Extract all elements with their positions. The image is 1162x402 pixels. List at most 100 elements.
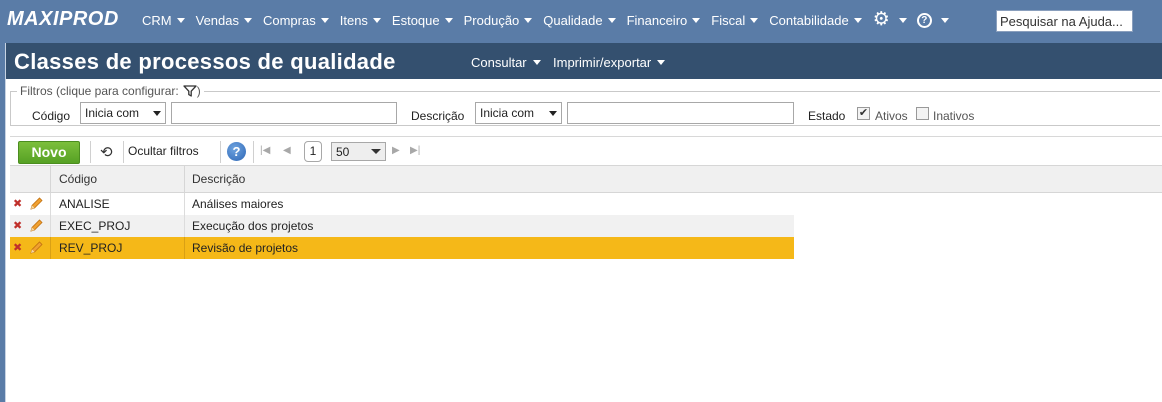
caret-down-icon — [371, 149, 381, 154]
grid-toolbar: Novo ⟲ Ocultar filtros ? |◀ ◀ 1 50 ▶ ▶| — [10, 136, 1162, 164]
estado-filter-label: Estado — [808, 109, 846, 123]
consultar-menu[interactable]: Consultar — [471, 55, 541, 70]
codigo-mode-select[interactable]: Inicia com — [80, 102, 166, 124]
column-divider — [50, 193, 51, 215]
codigo-filter-input[interactable] — [171, 102, 397, 124]
menu-vendas[interactable]: Vendas — [196, 13, 252, 28]
menu-label: Estoque — [391, 12, 440, 28]
top-menu-bar: MAXIPROD CRM Vendas Compras Itens Estoqu… — [0, 0, 1162, 40]
caret-down-icon — [444, 17, 453, 23]
edit-pencil-icon[interactable] — [28, 196, 44, 212]
column-header-codigo[interactable]: Código — [59, 172, 97, 186]
delete-icon[interactable]: ✖ — [13, 220, 22, 232]
descricao-mode-value: Inicia com — [480, 106, 535, 120]
toolbar-divider — [253, 141, 254, 163]
menu-label: Fiscal — [711, 12, 746, 28]
descricao-filter-input[interactable] — [567, 102, 794, 124]
imprimir-label: Imprimir/exportar — [553, 55, 652, 70]
caret-down-icon — [243, 17, 252, 23]
ativos-checkbox[interactable]: ✔ — [857, 107, 870, 120]
prev-page-icon[interactable]: ◀ — [283, 145, 291, 156]
ativos-label: Ativos — [875, 109, 908, 123]
last-page-icon[interactable]: ▶| — [410, 145, 420, 156]
filters-legend-close: ) — [196, 84, 201, 98]
descricao-mode-select[interactable]: Inicia com — [475, 102, 562, 124]
page-size-select[interactable]: 50 — [331, 142, 386, 161]
menu-label: Contabilidade — [769, 12, 849, 28]
filters-legend-text: Filtros (clique para configurar: — [20, 84, 179, 98]
menu-label: Compras — [262, 12, 316, 28]
column-divider — [50, 215, 51, 237]
page-size-value: 50 — [336, 144, 350, 159]
caret-down-icon — [657, 60, 666, 65]
help-icon[interactable]: ? — [227, 142, 246, 161]
next-page-icon[interactable]: ▶ — [392, 145, 400, 156]
refresh-icon[interactable]: ⟲ — [100, 143, 113, 161]
cell-descricao: Revisão de projetos — [192, 241, 299, 255]
consultar-label: Consultar — [471, 55, 527, 70]
caret-down-icon — [532, 60, 541, 65]
toolbar-divider — [220, 141, 221, 163]
table-row[interactable]: ✖ EXEC_PROJ Execução dos projetos — [10, 215, 794, 237]
menu-qualidade[interactable]: Qualidade — [543, 12, 616, 28]
filters-legend[interactable]: Filtros (clique para configurar: ) — [17, 84, 204, 98]
column-divider — [184, 193, 185, 215]
main-panel: Classes de processos de qualidade Consul… — [5, 43, 1162, 402]
caret-down-icon — [750, 17, 759, 23]
hide-filters-button[interactable]: Ocultar filtros — [128, 144, 199, 158]
menu-itens[interactable]: Itens — [340, 13, 381, 28]
menu-label: Produção — [463, 12, 520, 28]
funnel-icon[interactable] — [183, 85, 197, 97]
caret-down-icon — [692, 17, 701, 23]
main-menu: CRM Vendas Compras Itens Estoque Produçã… — [142, 9, 959, 30]
cell-descricao: Execução dos projetos — [192, 219, 314, 233]
caret-down-icon — [549, 110, 557, 116]
menu-crm[interactable]: CRM — [142, 13, 185, 28]
menu-label: Qualidade — [543, 12, 603, 28]
column-divider — [184, 237, 185, 259]
cell-descricao: Análises maiores — [192, 197, 284, 211]
caret-down-icon — [372, 17, 381, 23]
menu-fiscal[interactable]: Fiscal — [711, 12, 759, 28]
help-search-input[interactable] — [996, 10, 1133, 32]
edit-pencil-icon[interactable] — [28, 218, 44, 234]
menu-label: Financeiro — [626, 12, 688, 28]
column-divider — [50, 237, 51, 259]
edit-pencil-icon[interactable] — [28, 240, 44, 256]
gear-icon: ⚙ — [872, 9, 890, 30]
help-icon: ? — [916, 12, 932, 28]
records-grid: Código Descrição ✖ ANALISE Análises maio… — [10, 165, 1162, 259]
settings-menu[interactable]: ⚙ — [872, 9, 907, 30]
app-logo[interactable]: MAXIPROD — [7, 8, 119, 31]
column-header-descricao[interactable]: Descrição — [192, 172, 245, 186]
menu-financeiro[interactable]: Financeiro — [627, 13, 701, 28]
caret-down-icon — [524, 17, 533, 23]
imprimir-exportar-menu[interactable]: Imprimir/exportar — [553, 55, 666, 70]
inativos-checkbox[interactable] — [916, 107, 929, 120]
toolbar-divider — [90, 141, 91, 163]
menu-compras[interactable]: Compras — [263, 13, 329, 28]
codigo-filter-label: Código — [32, 109, 71, 123]
table-row[interactable]: ✖ ANALISE Análises maiores — [10, 193, 794, 215]
caret-down-icon — [176, 17, 185, 23]
menu-estoque[interactable]: Estoque — [392, 13, 453, 28]
page-title: Classes de processos de qualidade — [14, 49, 396, 74]
menu-contabilidade[interactable]: Contabilidade — [769, 13, 862, 28]
help-menu[interactable]: ? — [916, 12, 949, 28]
caret-down-icon — [853, 17, 862, 23]
menu-label: Itens — [339, 12, 368, 28]
app-window: MAXIPROD CRM Vendas Compras Itens Estoqu… — [0, 0, 1162, 402]
first-page-icon[interactable]: |◀ — [260, 145, 270, 156]
delete-icon[interactable]: ✖ — [13, 198, 22, 210]
page-number-input[interactable]: 1 — [304, 141, 322, 162]
codigo-mode-value: Inicia com — [85, 106, 140, 120]
caret-down-icon — [898, 17, 907, 23]
menu-producao[interactable]: Produção — [464, 13, 533, 28]
column-divider — [184, 215, 185, 237]
caret-down-icon — [940, 17, 949, 23]
new-button[interactable]: Novo — [18, 141, 80, 164]
delete-icon[interactable]: ✖ — [13, 242, 22, 254]
table-row-selected[interactable]: ✖ REV_PROJ Revisão de projetos — [10, 237, 794, 259]
menu-label: CRM — [142, 12, 172, 28]
menu-label: Vendas — [195, 12, 239, 28]
